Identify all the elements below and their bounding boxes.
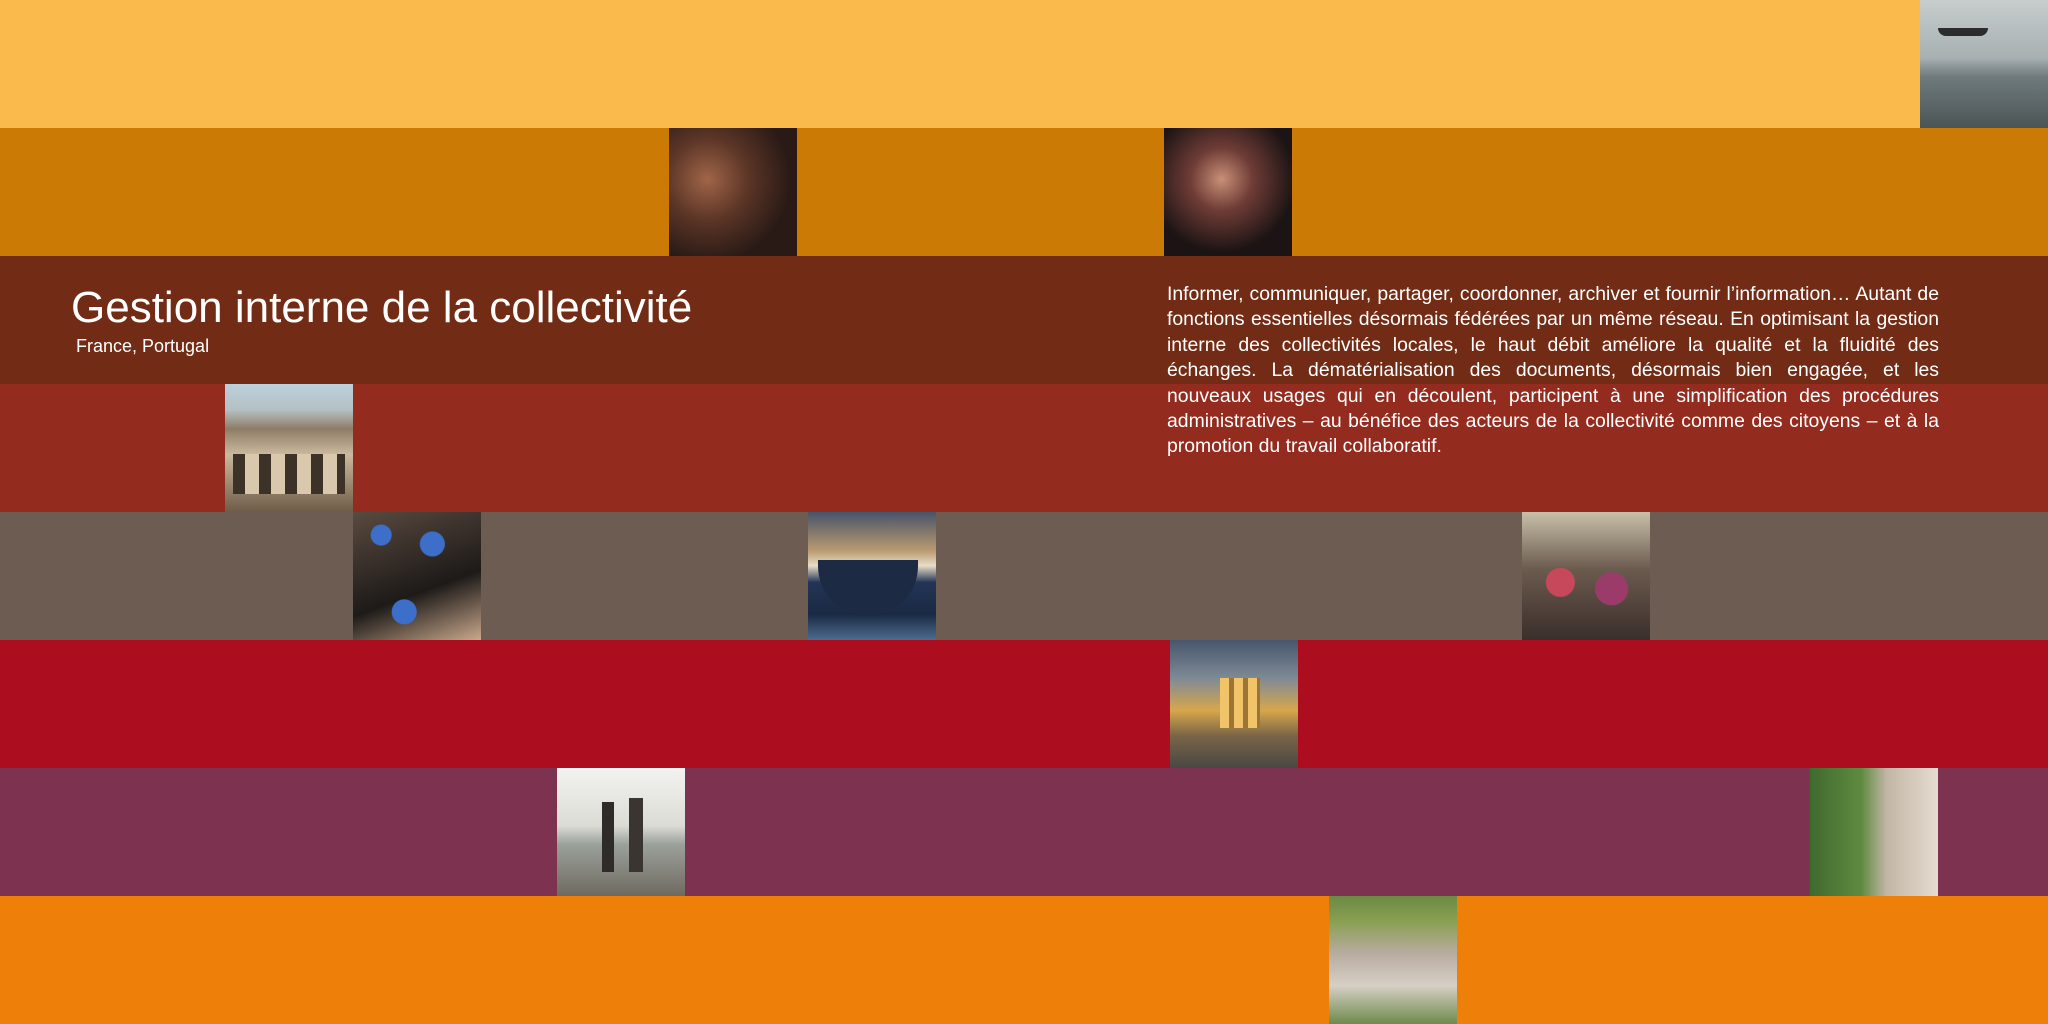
photo-lake bbox=[1920, 0, 2048, 128]
photo-balloons-crowd bbox=[353, 512, 481, 640]
page-title: Gestion interne de la collectivité bbox=[71, 283, 693, 332]
photo-workshop-group bbox=[1522, 512, 1650, 640]
photo-orchestra bbox=[669, 128, 797, 256]
color-band-7 bbox=[0, 768, 2048, 896]
color-band-6 bbox=[0, 640, 2048, 768]
photo-aerial-town bbox=[1329, 896, 1457, 1024]
photo-domed-building bbox=[225, 384, 353, 512]
photo-waterfront-walkers bbox=[557, 768, 685, 896]
photo-church-square bbox=[1170, 640, 1298, 768]
color-band-1 bbox=[0, 0, 2048, 128]
photo-cruise-ship bbox=[808, 512, 936, 640]
page-subtitle: France, Portugal bbox=[76, 336, 210, 356]
color-band-2 bbox=[0, 128, 2048, 256]
photo-concert-crowd bbox=[1164, 128, 1292, 256]
intro-paragraph: Informer, communiquer, partager, coordon… bbox=[1167, 283, 1939, 458]
photo-town-street bbox=[1810, 768, 1938, 896]
color-band-5 bbox=[0, 512, 2048, 640]
color-band-8 bbox=[0, 896, 2048, 1024]
